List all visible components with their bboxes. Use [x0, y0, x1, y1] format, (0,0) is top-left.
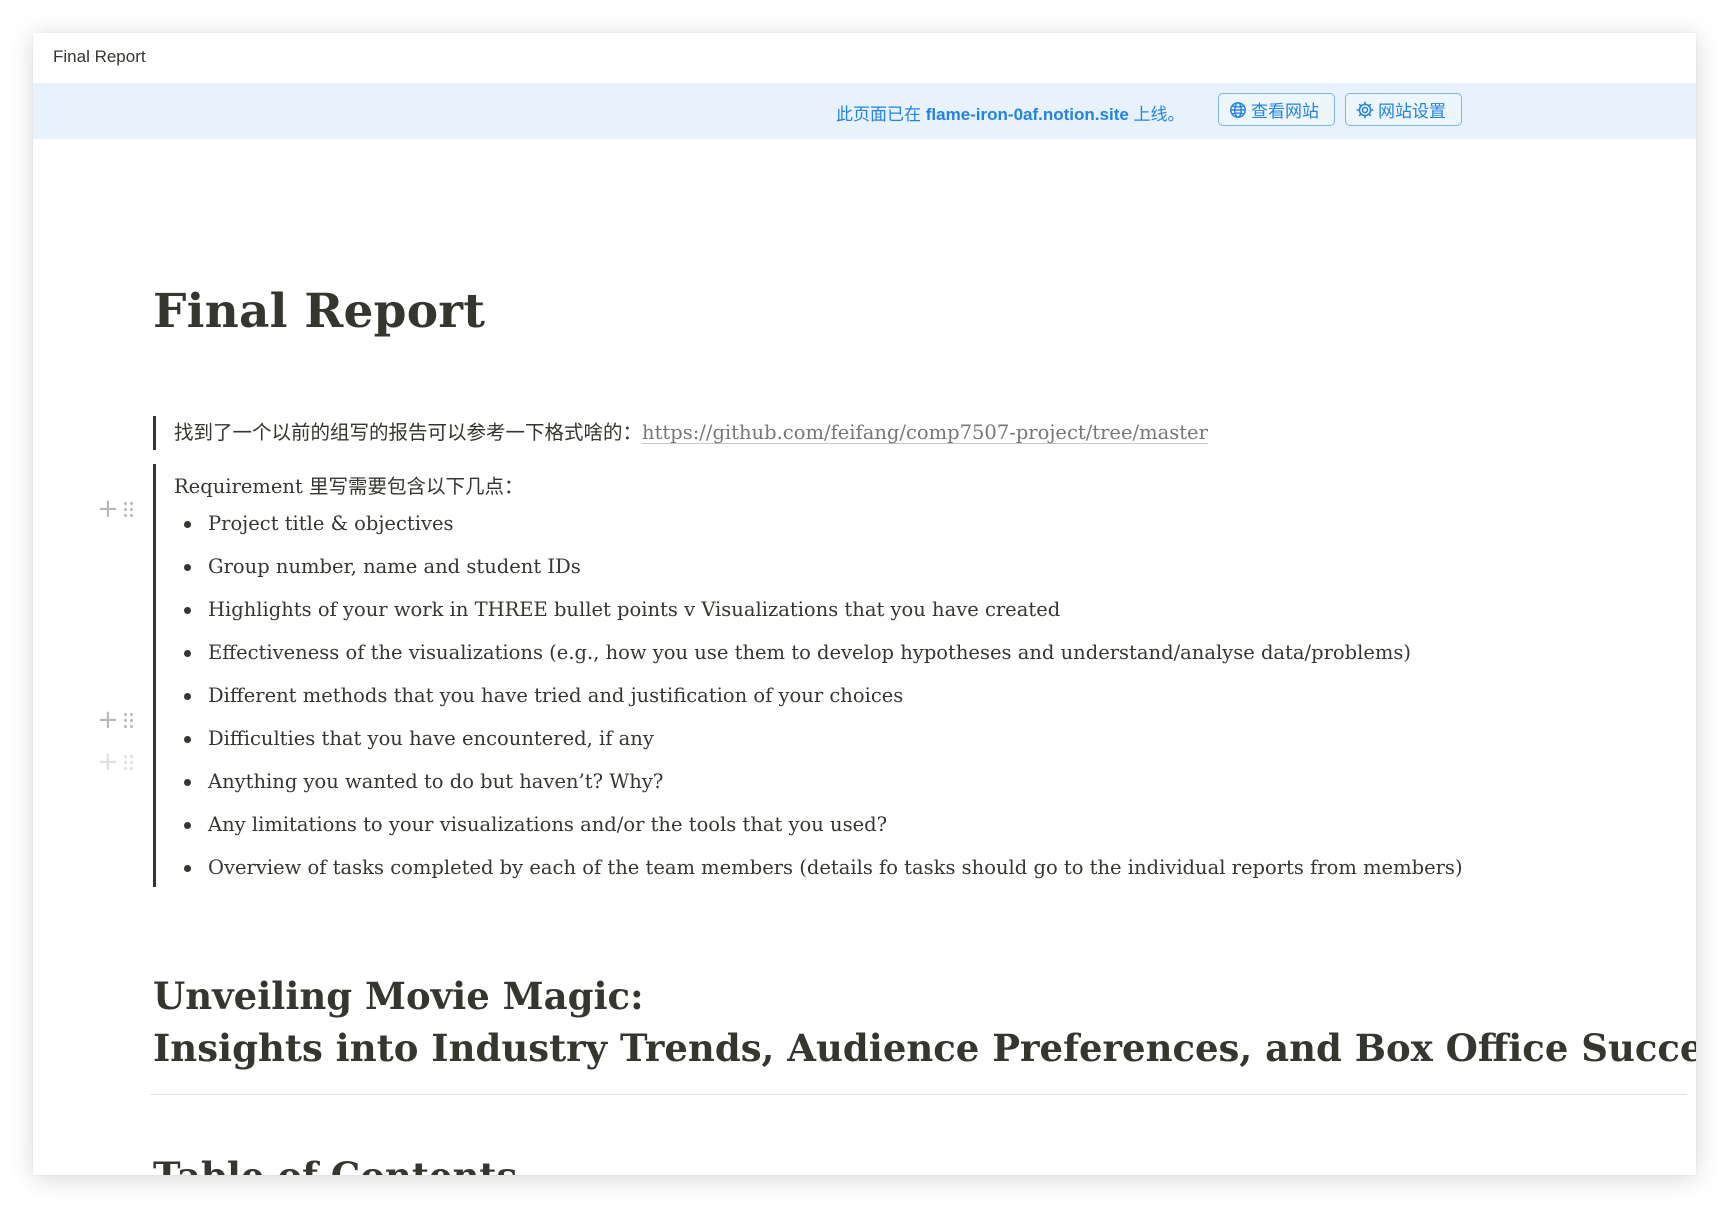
site-settings-label: 网站设置 — [1378, 102, 1446, 121]
requirements-list: Project title & objectives Group number,… — [174, 512, 1463, 899]
list-item[interactable]: Project title & objectives — [174, 512, 1463, 555]
banner-text-prefix: 此页面已在 — [836, 105, 921, 124]
block-handle-faded: + — [97, 749, 155, 778]
add-block-icon[interactable]: + — [97, 496, 119, 522]
project-heading[interactable]: Unveiling Movie Magic: Insights into Ind… — [153, 970, 1696, 1074]
drag-handle-icon[interactable] — [124, 502, 134, 520]
block-handle: + — [97, 496, 155, 525]
list-item[interactable]: Highlights of your work in THREE bullet … — [174, 598, 1463, 641]
github-link[interactable]: https://github.com/feifang/comp7507-proj… — [642, 421, 1208, 444]
project-heading-line-2: Insights into Industry Trends, Audience … — [153, 1026, 1696, 1070]
add-block-icon[interactable]: + — [97, 707, 119, 733]
page-title[interactable]: Final Report — [153, 284, 485, 339]
banner-message: 此页面已在 flame-iron-0af.notion.site 上线。 — [836, 100, 1185, 125]
list-item[interactable]: Any limitations to your visualizations a… — [174, 813, 1463, 856]
view-site-label: 查看网站 — [1251, 102, 1319, 121]
view-site-button[interactable]: 查看网站 — [1218, 93, 1335, 126]
toc-heading[interactable]: Table of Contents — [153, 1151, 517, 1175]
drag-handle-icon[interactable] — [124, 755, 134, 773]
list-item[interactable]: Group number, name and student IDs — [174, 555, 1463, 598]
list-item[interactable]: Different methods that you have tried an… — [174, 684, 1463, 727]
project-heading-line-1: Unveiling Movie Magic: — [153, 974, 644, 1018]
block-handle: + — [97, 707, 155, 736]
list-item[interactable]: Effectiveness of the visualizations (e.g… — [174, 641, 1463, 684]
heading-divider — [150, 1094, 1687, 1095]
published-site-banner: 此页面已在 flame-iron-0af.notion.site 上线。 查看网… — [33, 83, 1696, 139]
drag-handle-icon[interactable] — [124, 713, 134, 731]
notion-window: Final Report 此页面已在 flame-iron-0af.notion… — [33, 33, 1696, 1175]
page-content: Final Report 找到了一个以前的组写的报告可以参考一下格式啥的：htt… — [33, 139, 1696, 1175]
reference-quote-block[interactable]: 找到了一个以前的组写的报告可以参考一下格式啥的：https://github.c… — [153, 416, 1208, 450]
banner-domain: flame-iron-0af.notion.site — [925, 105, 1129, 124]
requirements-quote-block[interactable]: Requirement 里写需要包含以下几点： Project title & … — [153, 464, 1463, 887]
top-bar: Final Report — [33, 33, 1696, 83]
breadcrumb-page-title[interactable]: Final Report — [53, 47, 146, 67]
globe-icon — [1230, 101, 1246, 118]
banner-text-suffix: 上线。 — [1133, 105, 1185, 124]
gear-icon — [1356, 100, 1374, 119]
list-item[interactable]: Overview of tasks completed by each of t… — [174, 856, 1463, 899]
requirements-intro: Requirement 里写需要包含以下几点： — [174, 475, 524, 498]
add-block-icon[interactable]: + — [97, 749, 119, 775]
list-item[interactable]: Anything you wanted to do but haven’t? W… — [174, 770, 1463, 813]
reference-quote-text: 找到了一个以前的组写的报告可以参考一下格式啥的： — [174, 421, 643, 444]
site-settings-button[interactable]: 网站设置 — [1345, 93, 1462, 126]
list-item[interactable]: Difficulties that you have encountered, … — [174, 727, 1463, 770]
